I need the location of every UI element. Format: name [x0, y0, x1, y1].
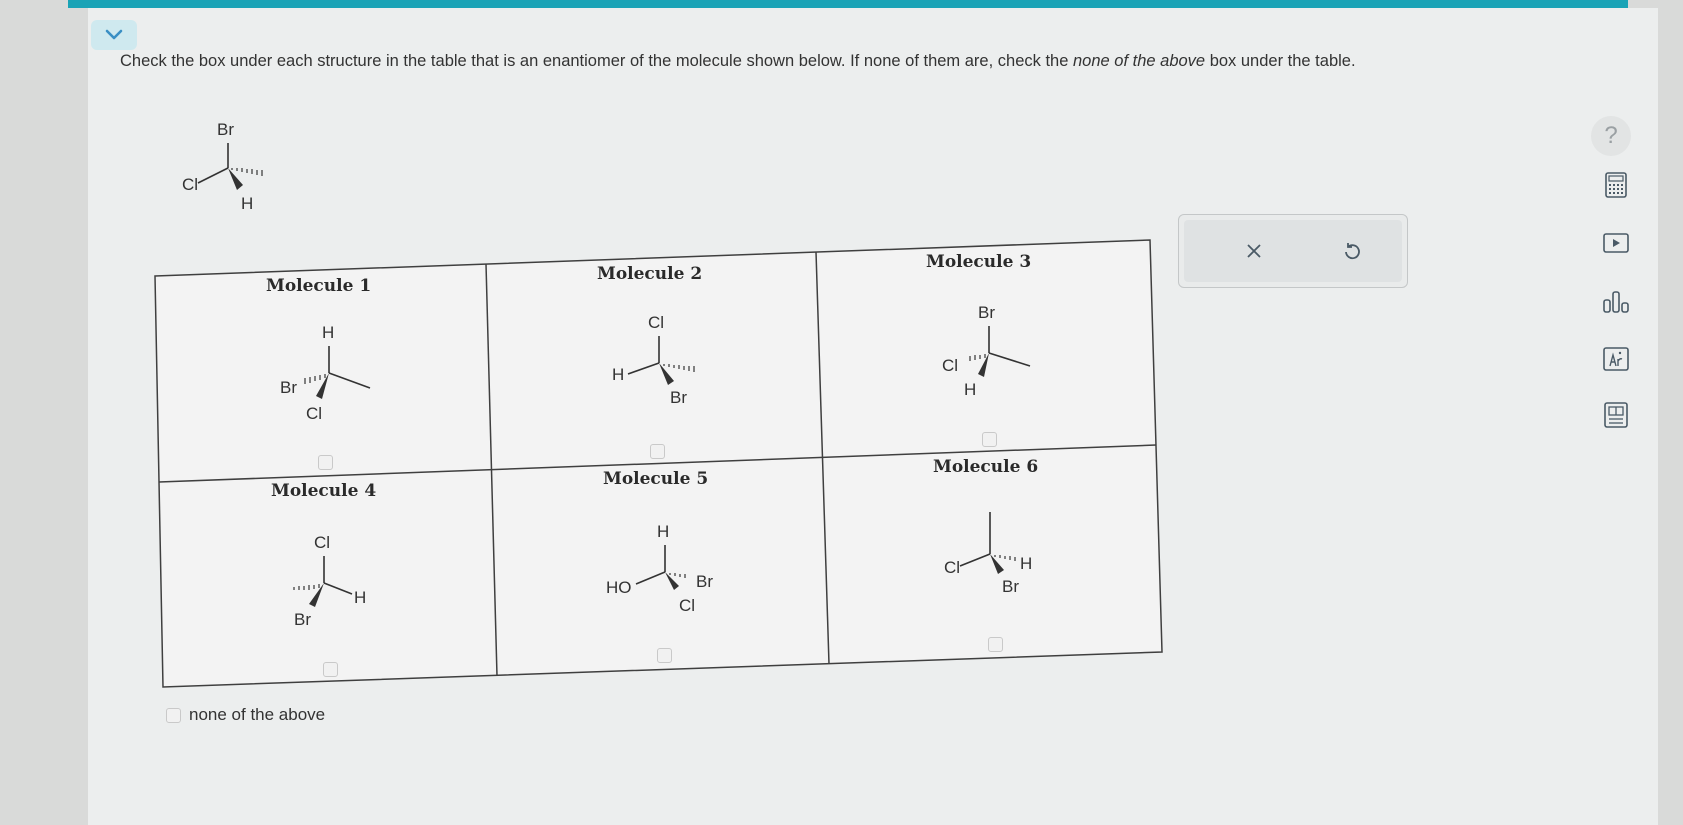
- molecule-2-left-label: H: [612, 365, 624, 384]
- molecule-4-top-label: Cl: [314, 533, 330, 552]
- none-of-the-above-label: none of the above: [189, 705, 326, 724]
- calculator-button[interactable]: [1601, 170, 1631, 200]
- molecule-6-left-label: Cl: [944, 558, 960, 577]
- help-button[interactable]: ?: [1591, 116, 1631, 156]
- molecule-4-checkbox[interactable]: [323, 662, 338, 677]
- molecule-5-checkbox[interactable]: [657, 648, 672, 663]
- molecule-4-title: Molecule 4: [271, 481, 377, 501]
- molecule-2-bottom-label: Br: [670, 388, 687, 407]
- hashed-bond: [304, 374, 326, 384]
- video-icon: [1603, 233, 1629, 253]
- molecule-2-structure: Cl H Br: [612, 313, 695, 407]
- reference-button[interactable]: [1601, 400, 1631, 430]
- hashed-bond: [994, 555, 1016, 561]
- answer-action-panel: [1178, 214, 1408, 288]
- hashed-bond: [293, 584, 320, 590]
- molecule-3-title: Molecule 3: [926, 252, 1032, 272]
- molecule-6-checkbox[interactable]: [988, 637, 1003, 652]
- molecule-1-left-label: Br: [280, 378, 297, 397]
- molecule-3-bottom-label: H: [964, 380, 976, 399]
- molecule-5-structure: H HO Br Cl: [606, 522, 713, 615]
- reference-icon: [1604, 402, 1628, 428]
- molecule-5-left-label: HO: [606, 578, 632, 597]
- molecule-5-top-label: H: [657, 522, 669, 541]
- chart-icon: [1603, 291, 1629, 313]
- molecule-6-right-label: H: [1020, 554, 1032, 573]
- none-of-the-above-checkbox[interactable]: [166, 707, 181, 723]
- answer-table: [154, 239, 1163, 688]
- molecule-5-title: Molecule 5: [603, 469, 709, 489]
- molecule-1-checkbox[interactable]: [318, 455, 333, 470]
- molecule-2-title: Molecule 2: [597, 264, 703, 284]
- molecule-2-top-label: Cl: [648, 313, 664, 332]
- video-button[interactable]: [1601, 228, 1631, 258]
- molecule-4-structure: Cl H Br: [293, 533, 366, 629]
- wedge-bond: [316, 373, 329, 399]
- molecule-2-checkbox[interactable]: [650, 444, 665, 459]
- chart-button[interactable]: [1601, 287, 1631, 317]
- wedge-bond: [659, 363, 674, 385]
- close-icon: [1247, 244, 1261, 258]
- none-of-the-above-option[interactable]: none of the above: [166, 705, 325, 725]
- molecule-3-left-label: Cl: [942, 356, 958, 375]
- answer-action-inner: [1184, 220, 1402, 282]
- hashed-bond: [969, 354, 986, 361]
- molecule-1-title: Molecule 1: [266, 276, 372, 296]
- calculator-icon: [1605, 172, 1627, 198]
- molecule-3-top-label: Br: [978, 303, 995, 322]
- undo-icon: [1345, 243, 1360, 260]
- molecule-3-checkbox[interactable]: [982, 432, 997, 447]
- clear-button[interactable]: [1241, 238, 1267, 264]
- molecule-4-bottom-label: Br: [294, 610, 311, 629]
- molecule-1-top-label: H: [322, 323, 334, 342]
- wedge-bond: [309, 583, 324, 607]
- molecule-5-bottom-label: Cl: [679, 596, 695, 615]
- periodic-table-button[interactable]: [1601, 344, 1631, 374]
- molecule-6-bottom-label: Br: [1002, 577, 1019, 596]
- help-label: ?: [1604, 122, 1618, 149]
- hashed-bond: [663, 364, 695, 372]
- molecule-6-structure: Cl H Br: [944, 512, 1032, 596]
- molecule-1-bottom-label: Cl: [306, 404, 322, 423]
- wedge-bond: [665, 572, 679, 590]
- undo-button[interactable]: [1339, 238, 1365, 264]
- molecule-4-right-label: H: [354, 588, 366, 607]
- molecule-1-structure: H Br Cl: [280, 323, 371, 423]
- wedge-bond: [990, 554, 1004, 574]
- molecule-3-structure: Br Cl H: [942, 303, 1031, 399]
- molecule-5-right-label: Br: [696, 572, 713, 591]
- periodic-table-icon: [1603, 347, 1629, 371]
- molecule-6-title: Molecule 6: [933, 457, 1039, 477]
- hashed-bond: [669, 573, 686, 578]
